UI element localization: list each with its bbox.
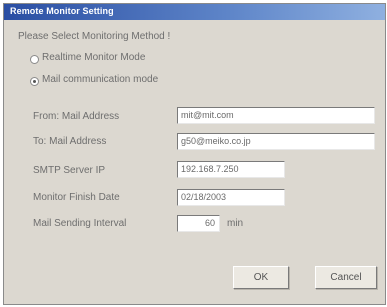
cancel-button[interactable]: Cancel [315,266,377,289]
title-bar[interactable]: Remote Monitor Setting [4,4,385,20]
interval-label: Mail Sending Interval [33,218,127,229]
remote-monitor-dialog: Remote Monitor Setting Please Select Mon… [3,3,386,305]
finish-date-label: Monitor Finish Date [33,192,120,203]
interval-field[interactable]: 60 [177,215,220,232]
prompt-label: Please Select Monitoring Method ! [18,31,171,42]
realtime-mode-label[interactable]: Realtime Monitor Mode [42,52,145,63]
mail-mode-label[interactable]: Mail communication mode [42,74,158,85]
smtp-server-field[interactable]: 192.168.7.250 [177,161,285,178]
from-address-label: From: Mail Address [33,111,120,122]
to-address-field[interactable]: g50@meiko.co.jp [177,133,375,150]
ok-button[interactable]: OK [233,266,289,289]
to-address-label: To: Mail Address [33,136,107,147]
from-address-field[interactable]: mit@mit.com [177,107,375,124]
interval-unit-label: min [227,218,244,229]
finish-date-field[interactable]: 02/18/2003 [177,189,285,206]
window-title: Remote Monitor Setting [10,6,114,16]
smtp-server-label: SMTP Server IP [33,165,106,176]
realtime-mode-radio[interactable] [30,55,39,64]
mail-mode-radio[interactable] [30,77,39,86]
